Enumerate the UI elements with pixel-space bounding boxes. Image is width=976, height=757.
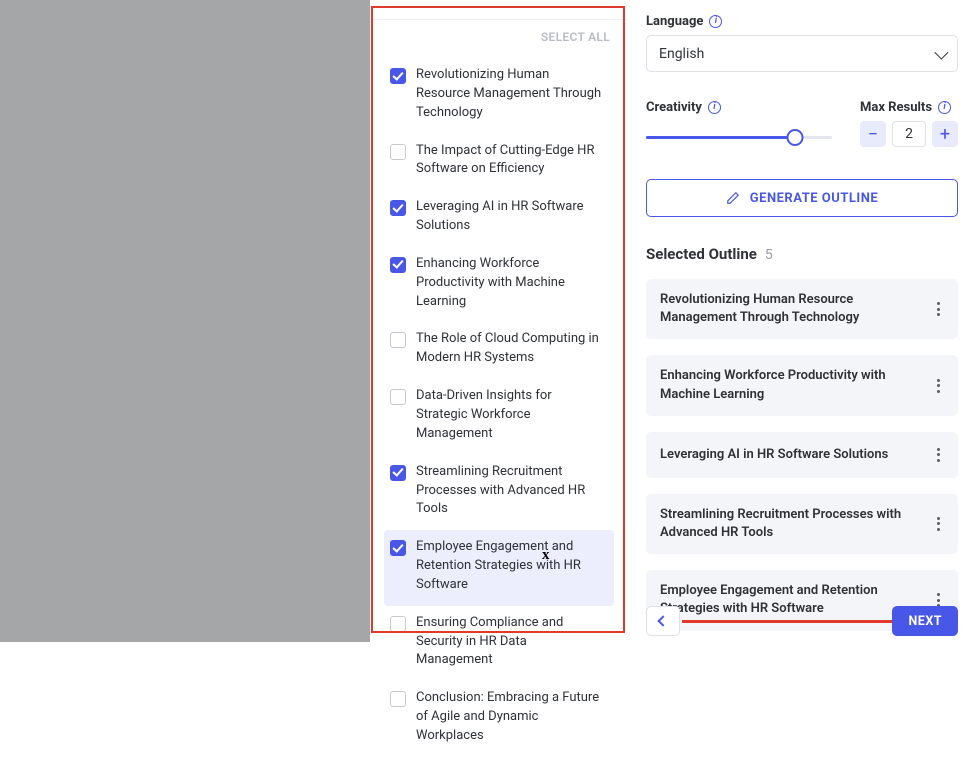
outline-item-label: Revolutionizing Human Resource Managemen… xyxy=(660,291,921,327)
info-icon[interactable]: i xyxy=(709,15,722,28)
annotation-frame xyxy=(371,6,625,633)
outline-item-label: Streamlining Recruitment Processes with … xyxy=(660,506,921,542)
max-results-label: Max Results i xyxy=(860,100,958,115)
outline-item[interactable]: Streamlining Recruitment Processes with … xyxy=(646,494,958,554)
back-button[interactable] xyxy=(646,606,680,636)
chevron-down-icon xyxy=(934,45,948,59)
max-results-stepper: − 2 + xyxy=(860,121,958,147)
outline-item-label: Leveraging AI in HR Software Solutions xyxy=(660,446,888,464)
language-label: Language i xyxy=(646,14,958,29)
info-icon[interactable]: i xyxy=(708,101,721,114)
selected-outline-header: Selected Outline 5 xyxy=(646,245,958,263)
topic-checkbox[interactable] xyxy=(390,691,406,707)
stepper-value[interactable]: 2 xyxy=(892,121,926,147)
topic-row[interactable]: Conclusion: Embracing a Future of Agile … xyxy=(384,681,614,757)
chevron-left-icon xyxy=(657,615,668,626)
generate-outline-button[interactable]: GENERATE OUTLINE xyxy=(646,179,958,217)
topic-label: Conclusion: Embracing a Future of Agile … xyxy=(416,689,608,746)
outline-item[interactable]: Revolutionizing Human Resource Managemen… xyxy=(646,279,958,339)
kebab-icon[interactable] xyxy=(933,298,944,320)
kebab-icon[interactable] xyxy=(933,375,944,397)
language-select[interactable]: English xyxy=(646,35,958,72)
stepper-plus[interactable]: + xyxy=(932,121,958,147)
topics-panel: SELECT ALL Revolutionizing Human Resourc… xyxy=(370,0,628,642)
creativity-label: Creativity i xyxy=(646,100,832,115)
kebab-icon[interactable] xyxy=(933,444,944,466)
creativity-slider[interactable] xyxy=(646,129,832,147)
language-value: English xyxy=(659,46,704,62)
stepper-minus[interactable]: − xyxy=(860,121,886,147)
next-button[interactable]: NEXT xyxy=(892,606,958,636)
editor-canvas xyxy=(0,0,370,642)
kebab-icon[interactable] xyxy=(933,513,944,535)
outline-item[interactable]: Leveraging AI in HR Software Solutions xyxy=(646,432,958,478)
settings-panel: Language i English Creativity i xyxy=(628,0,976,642)
info-icon[interactable]: i xyxy=(938,101,951,114)
outline-item-label: Enhancing Workforce Productivity with Ma… xyxy=(660,367,921,403)
outline-item[interactable]: Enhancing Workforce Productivity with Ma… xyxy=(646,355,958,415)
pencil-icon xyxy=(726,191,740,205)
